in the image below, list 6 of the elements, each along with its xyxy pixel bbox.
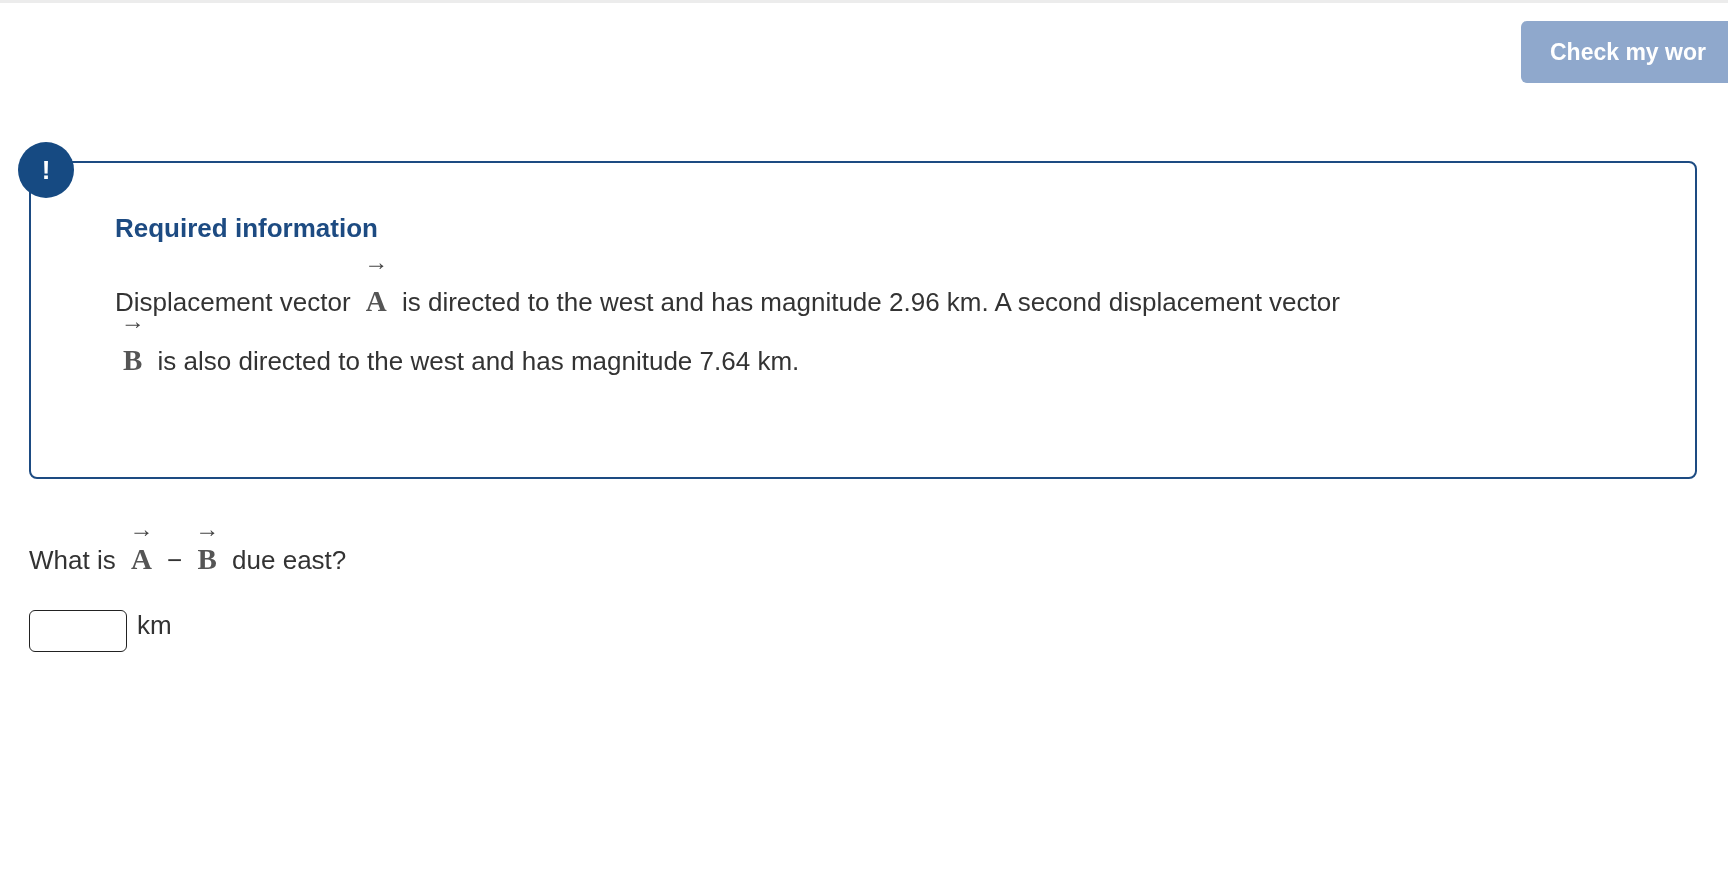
problem-text: Displacement vector → A is directed to the west and has magnitude 2.96 km. A second displacement vector → B is also directed to the west and has magnitude 7.64 km. — [115, 258, 1341, 378]
unit-label: km — [137, 610, 172, 640]
answer-field[interactable] — [29, 610, 127, 652]
question-text: What is → A − → B due east? — [29, 521, 347, 577]
alert-icon: ! — [18, 142, 74, 198]
required-info-title: Required information — [115, 213, 379, 244]
